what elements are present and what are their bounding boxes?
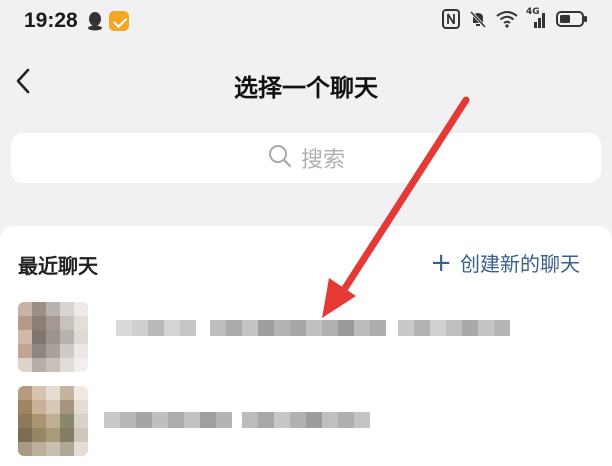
- search-icon: [267, 143, 293, 173]
- search-placeholder: 搜索: [300, 148, 345, 173]
- wifi-icon: [496, 10, 518, 32]
- status-bar: 19:28 4G: [0, 0, 612, 44]
- status-time: 19:28: [24, 9, 78, 32]
- battery-icon: [556, 10, 588, 32]
- search-input[interactable]: 搜索: [11, 133, 601, 183]
- create-new-chat-label: 创建新的聊天: [460, 252, 580, 276]
- page-title: 选择一个聊天: [234, 74, 378, 102]
- chat-list-item[interactable]: [0, 302, 612, 382]
- recent-chats-panel: 最近聊天 + 创建新的聊天: [0, 226, 612, 466]
- chat-name-redacted: [104, 412, 370, 428]
- create-new-chat-button[interactable]: + 创建新的聊天: [430, 248, 580, 277]
- status-icons: 4G: [442, 7, 588, 33]
- avatar: [18, 302, 88, 372]
- chat-name-redacted: [116, 320, 510, 336]
- cellular-signal-icon: 4G: [526, 7, 548, 33]
- header: 选择一个聊天: [0, 44, 612, 120]
- section-title-recent: 最近聊天: [18, 254, 98, 278]
- chat-list-item[interactable]: [0, 386, 612, 466]
- network-type-label: 4G: [526, 7, 540, 17]
- nfc-icon: [442, 9, 460, 33]
- qq-notification-icon: [86, 11, 104, 35]
- plus-icon: +: [430, 247, 452, 278]
- mute-bell-icon: [468, 9, 488, 33]
- app-notification-icon: [109, 11, 129, 31]
- avatar: [18, 386, 88, 456]
